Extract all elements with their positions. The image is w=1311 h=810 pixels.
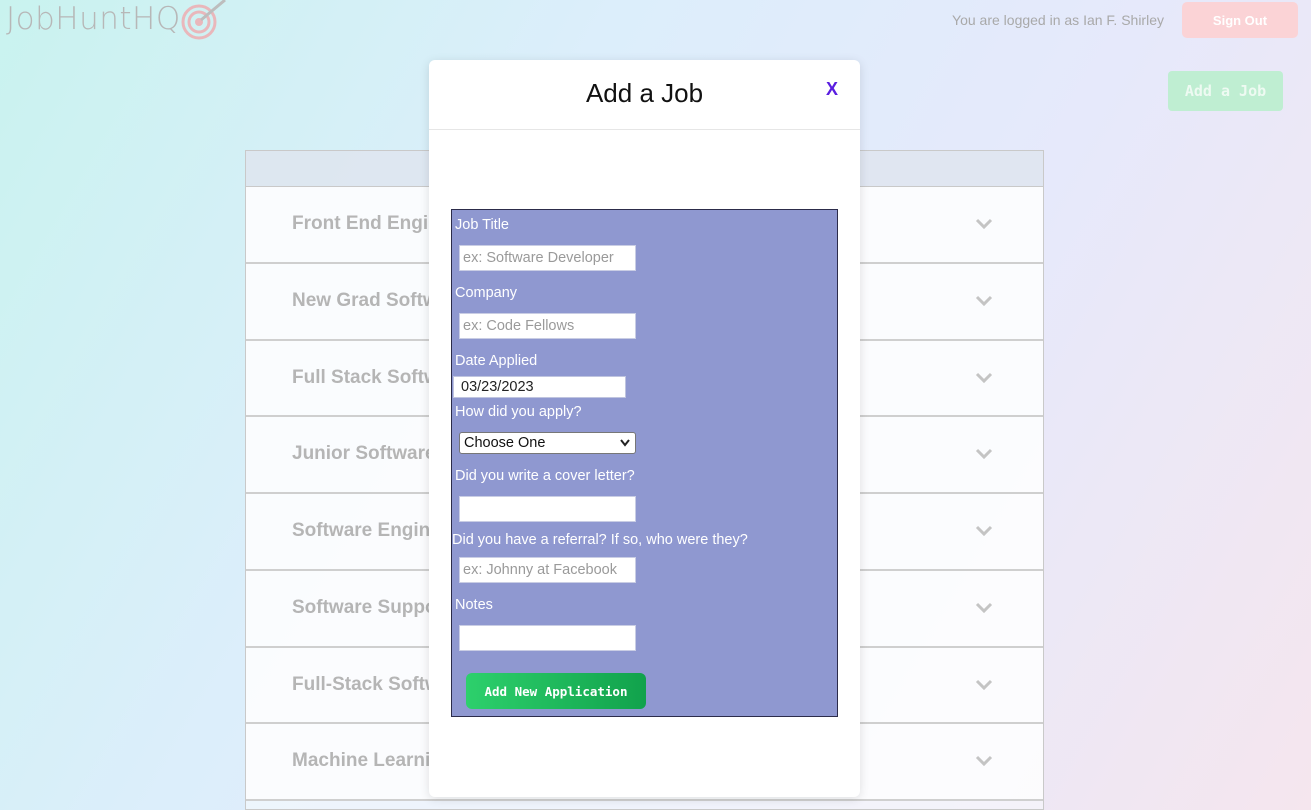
job-title: Software Engin [292, 520, 431, 541]
cover-letter-label: Did you write a cover letter? [455, 468, 635, 484]
chevron-down-icon[interactable] [975, 676, 993, 694]
date-applied-label: Date Applied [455, 353, 538, 369]
job-title-label: Job Title [455, 217, 509, 233]
job-title: Full-Stack Softw [292, 673, 440, 695]
cover-letter-input[interactable] [459, 496, 636, 522]
apply-method-select[interactable]: Choose One [459, 432, 636, 454]
apply-method-label: How did you apply? [455, 404, 582, 420]
chevron-down-icon[interactable] [975, 752, 993, 770]
close-modal-button[interactable]: X [826, 79, 838, 100]
select-arrow-icon [620, 439, 630, 447]
notes-input[interactable] [459, 625, 636, 651]
modal-title: Add a Job [585, 78, 704, 108]
modal-header: Add a Job X [429, 60, 860, 130]
company-input[interactable] [459, 313, 636, 339]
apply-method-value: Choose One [464, 435, 546, 451]
notes-label: Notes [455, 597, 493, 613]
chevron-down-icon[interactable] [975, 215, 993, 233]
add-application-button[interactable]: Add New Application [466, 673, 646, 709]
job-title: Full Stack Softw [292, 366, 439, 388]
sign-out-button[interactable]: Sign Out [1182, 2, 1298, 38]
add-job-button[interactable]: Add a Job [1168, 71, 1283, 111]
job-title-input[interactable] [459, 245, 636, 271]
job-title: New Grad Softw [292, 289, 438, 311]
app-logo[interactable]: JobHuntHQ [6, 0, 229, 44]
login-status: You are logged in as Ian F. Shirley [952, 12, 1164, 28]
job-title: Machine Learni [292, 750, 431, 772]
chevron-down-icon[interactable] [975, 292, 993, 310]
chevron-down-icon[interactable] [975, 522, 993, 540]
job-title: Front End Engi [292, 213, 429, 234]
referral-label: Did you have a referral? If so, who were… [452, 532, 748, 548]
chevron-down-icon[interactable] [975, 445, 993, 463]
referral-input[interactable] [459, 557, 636, 583]
add-job-form: Job Title Company Date Applied How did y… [451, 209, 838, 717]
job-title: Software Suppo [292, 596, 437, 618]
add-job-modal: Add a Job X Job Title Company Date Appli… [429, 60, 860, 797]
logo-text: JobHuntHQ [6, 1, 181, 37]
chevron-down-icon[interactable] [975, 369, 993, 387]
job-title: Junior Software [292, 443, 436, 465]
chevron-down-icon[interactable] [975, 599, 993, 617]
company-label: Company [455, 285, 518, 301]
date-applied-input[interactable] [453, 376, 626, 398]
target-icon [179, 0, 229, 44]
